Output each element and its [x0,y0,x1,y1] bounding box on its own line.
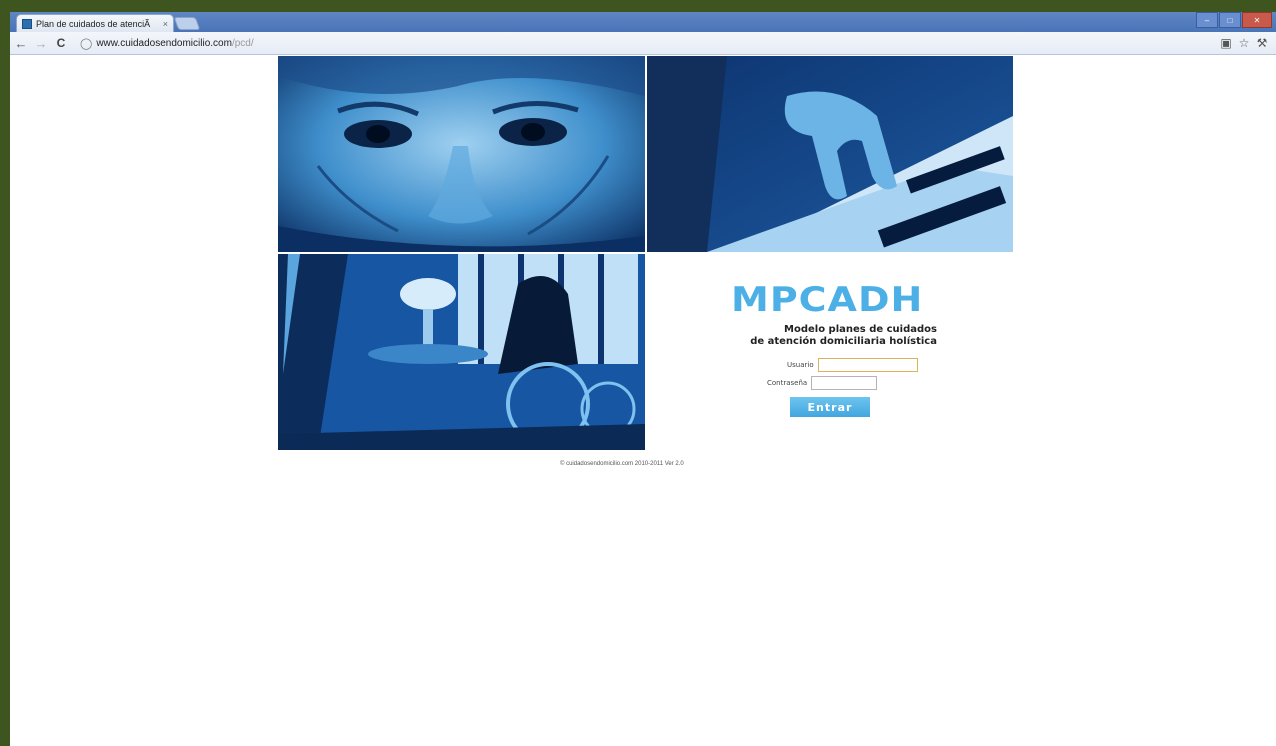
browser-toolbar: ← → C ◯ www.cuidadosendomicilio.com /pcd… [10,32,1276,55]
login-button[interactable]: Entrar [790,397,870,417]
toolbar-actions: ▣ ☆ ⚒ [1218,36,1270,50]
hands-reading-braille-photo [647,56,1013,252]
minimize-button[interactable]: – [1196,12,1218,28]
username-label: Usuario [787,361,814,369]
tab-title: Plan de cuidados de atenciÃ [36,18,151,29]
bookmark-star-icon[interactable]: ☆ [1236,36,1252,50]
site-logo: MPCADH [731,279,924,319]
copyright-text: © cuidadosendomicilio.com 2010-2011 Ver … [560,461,684,467]
address-bar[interactable]: ◯ www.cuidadosendomicilio.com /pcd/ [78,34,1218,52]
elderly-face-photo [278,56,645,252]
username-row: Usuario [787,358,918,372]
wrench-menu-icon[interactable]: ⚒ [1254,36,1270,50]
password-row: Contraseña [767,376,878,390]
wheelchair-window-photo [278,254,645,450]
page-info-icon[interactable]: ◯ [80,37,92,50]
tab-close-icon[interactable]: × [163,19,168,29]
login-panel: MPCADH Modelo planes de cuidados de aten… [647,254,1015,450]
subtitle-line-2: de atención domiciliaria holística [750,336,937,347]
password-input[interactable] [811,376,878,390]
tab-strip: Plan de cuidados de atenciÃ × – □ ✕ [10,12,1276,32]
site-favicon-icon [22,18,32,29]
url-host: www.cuidadosendomicilio.com [96,37,232,49]
photo-mosaic: MPCADH Modelo planes de cuidados de aten… [278,56,1015,452]
reload-button[interactable]: C [52,36,70,50]
forward-button[interactable]: → [32,36,50,51]
new-tab-button[interactable] [173,17,201,30]
subtitle-line-1: Modelo planes de cuidados [784,324,937,335]
site-subtitle: Modelo planes de cuidados de atención do… [750,324,937,348]
close-window-button[interactable]: ✕ [1242,12,1272,28]
back-button[interactable]: ← [12,36,30,51]
page-content: MPCADH Modelo planes de cuidados de aten… [10,56,1276,746]
browser-window: Plan de cuidados de atenciÃ × – □ ✕ ← → … [10,12,1276,746]
maximize-button[interactable]: □ [1219,12,1241,28]
username-input[interactable] [817,358,918,372]
window-controls: – □ ✕ [1196,12,1272,28]
url-path: /pcd/ [231,37,254,49]
page-action-icon[interactable]: ▣ [1218,36,1234,50]
browser-tab[interactable]: Plan de cuidados de atenciÃ × [16,14,174,32]
password-label: Contraseña [767,379,808,387]
